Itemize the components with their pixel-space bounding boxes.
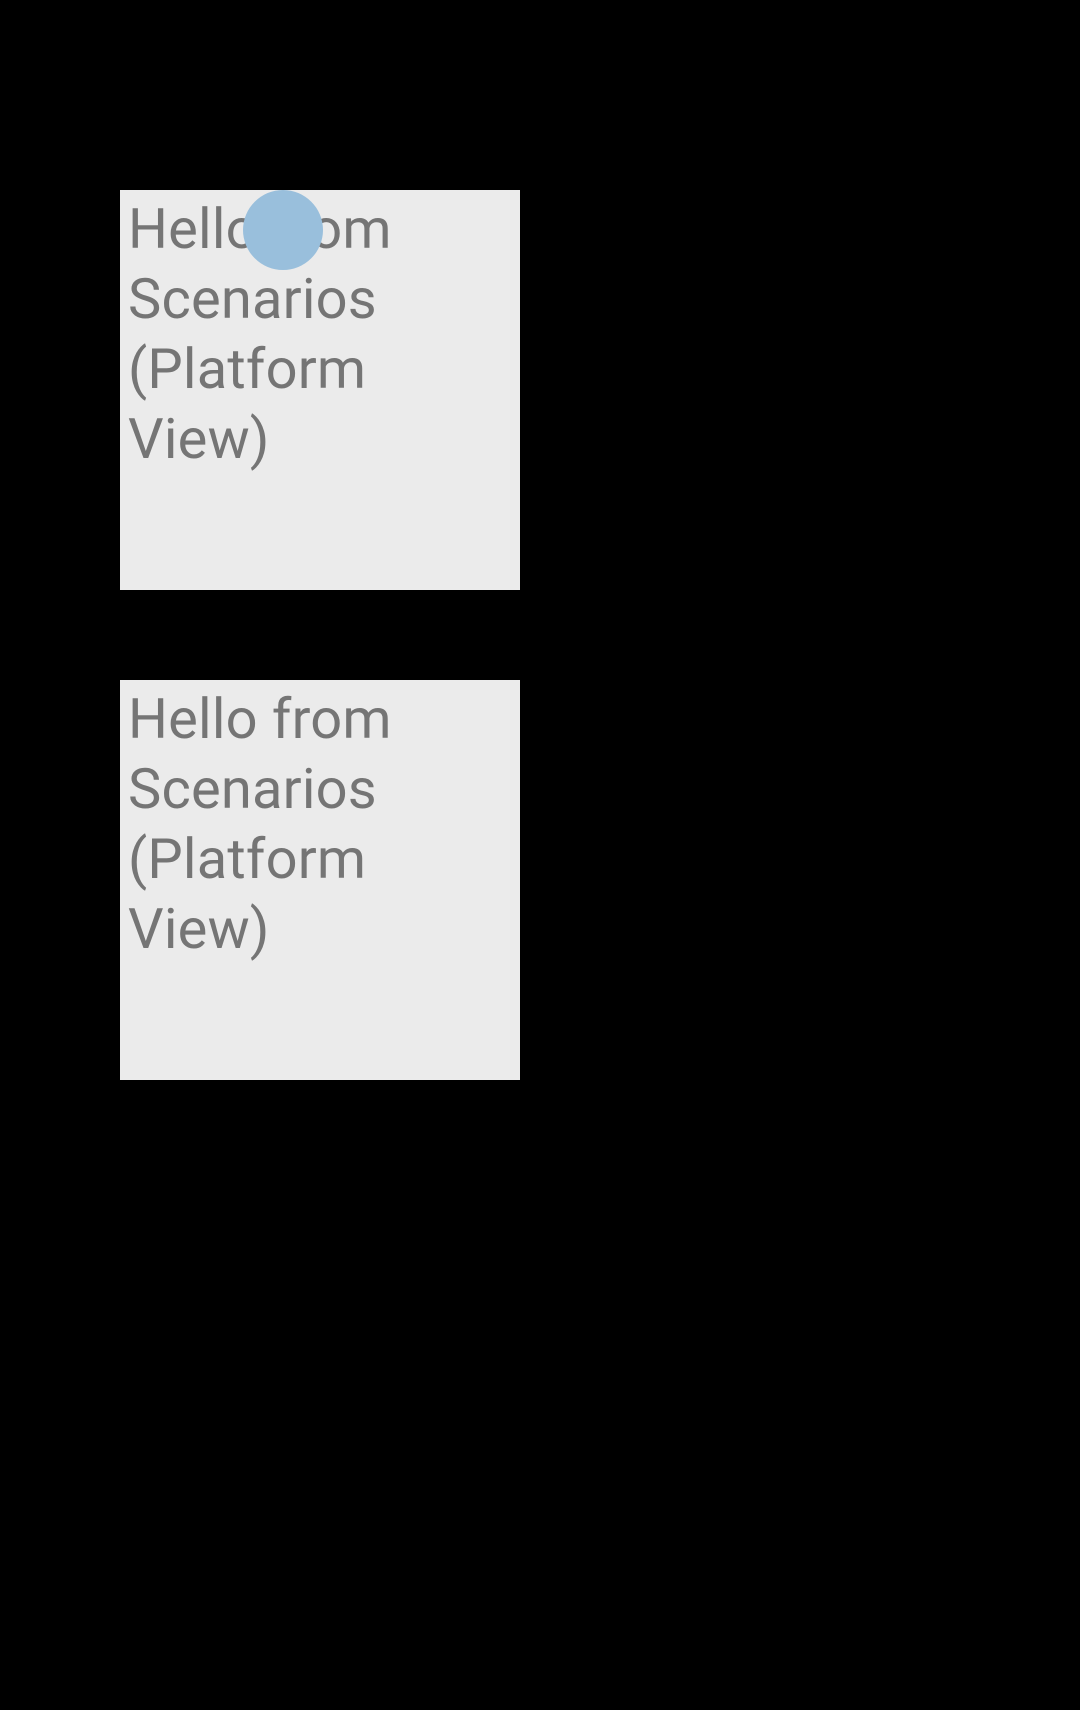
platform-view-panel-1[interactable]: Hello from Scenarios (Platform View) bbox=[120, 190, 520, 590]
panel-2-label: Hello from Scenarios (Platform View) bbox=[120, 680, 520, 968]
touch-indicator-icon bbox=[243, 190, 323, 270]
platform-view-panel-2[interactable]: Hello from Scenarios (Platform View) bbox=[120, 680, 520, 1080]
